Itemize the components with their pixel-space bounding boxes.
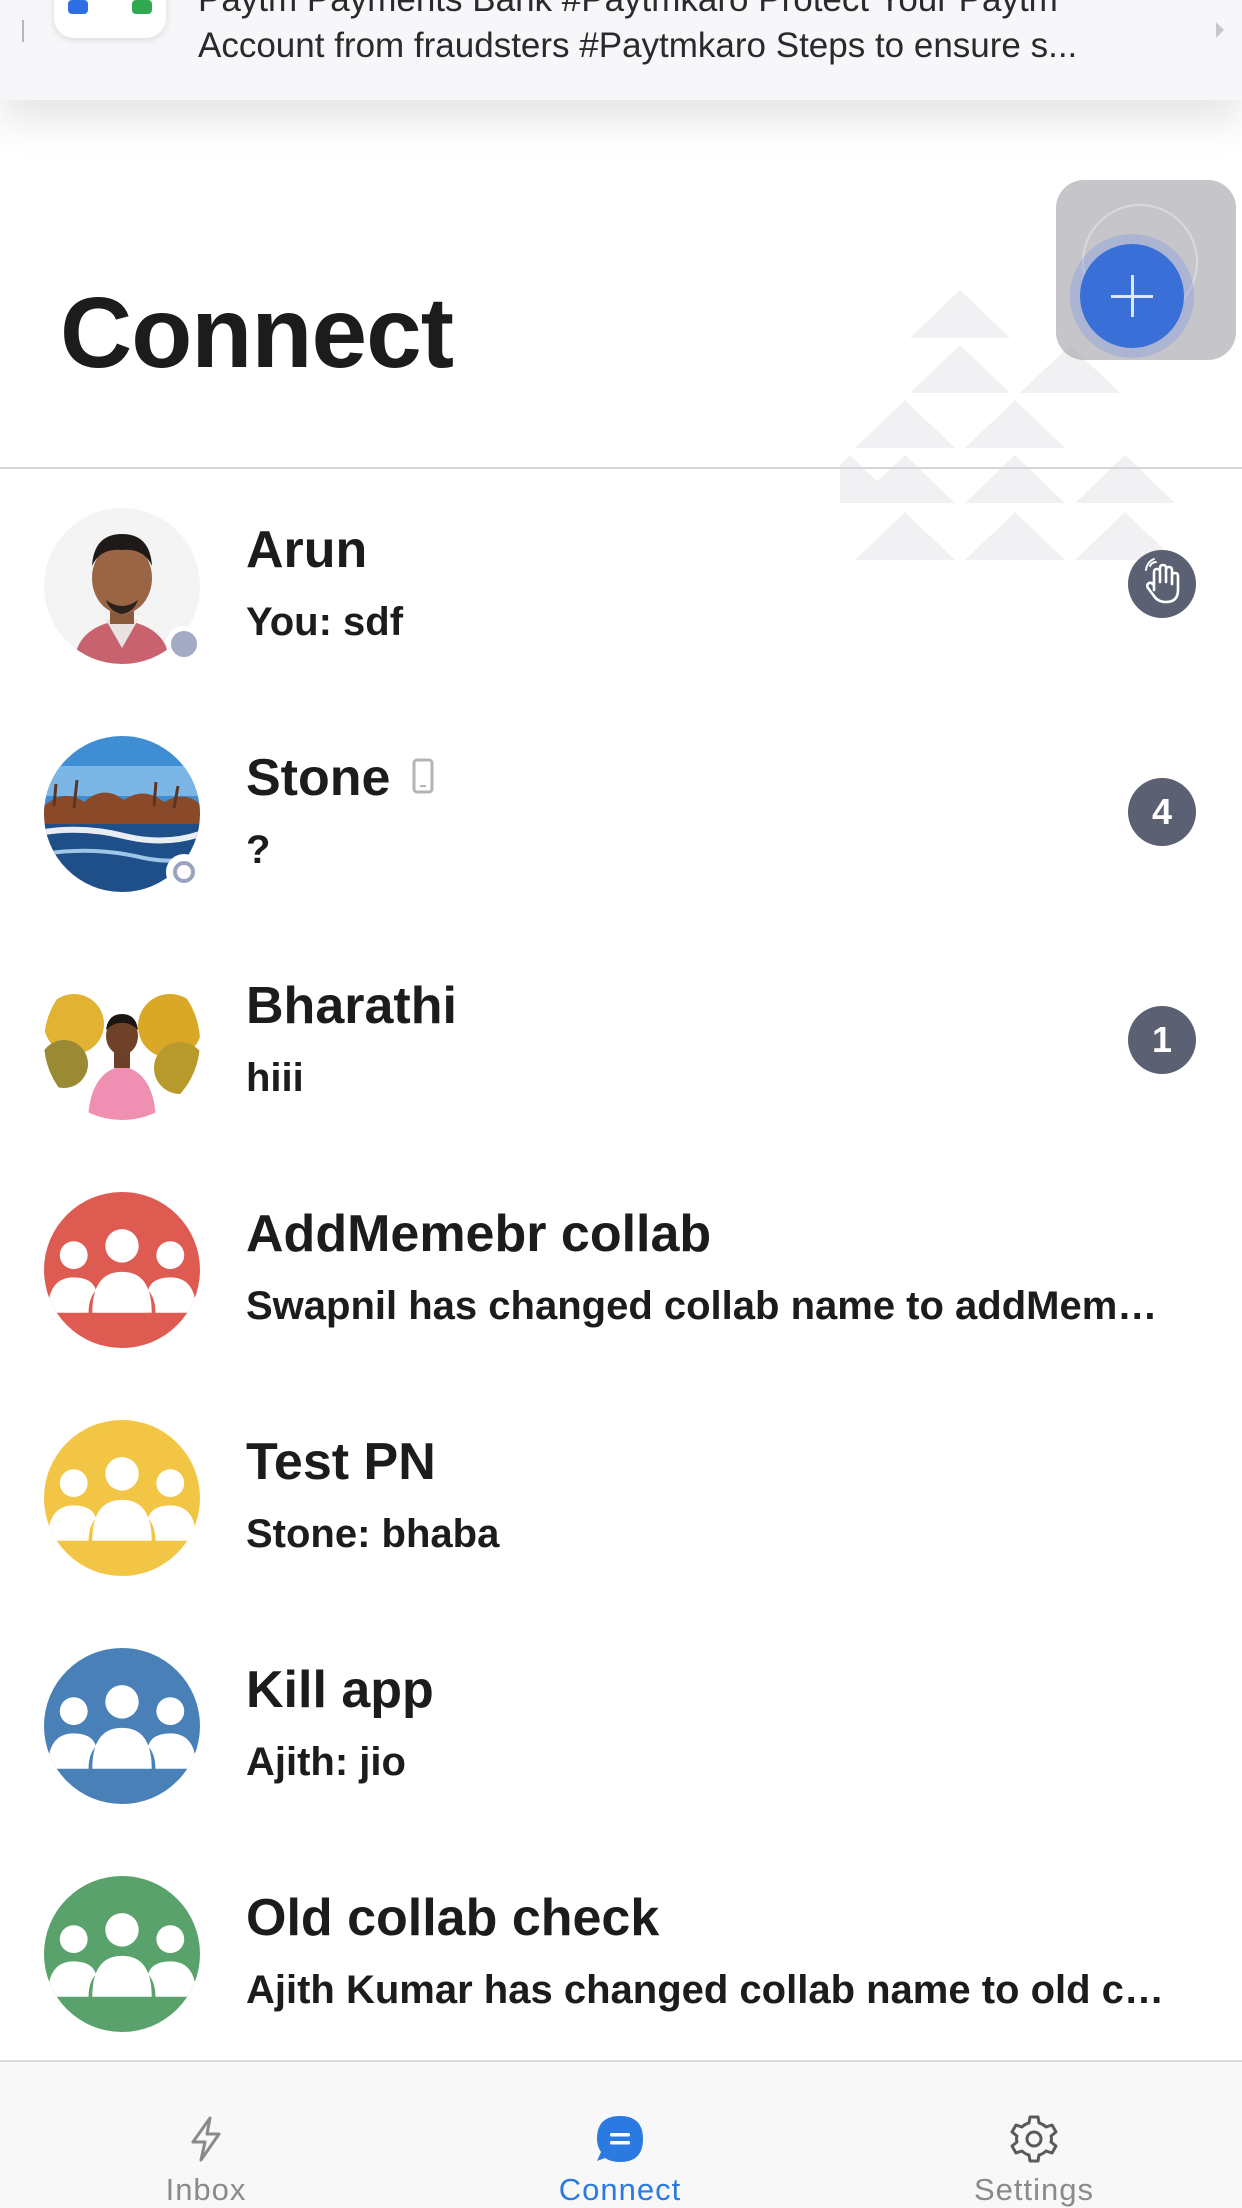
conversation-name: AddMemebr collab [246,1205,712,1263]
conversation-preview: You: sdf [246,600,404,644]
push-notification-banner[interactable]: Paytm Payments Bank #Paytmkaro Protect Y… [0,0,1242,100]
avatar [44,1876,200,2032]
conversation-name: Kill app [246,1661,434,1719]
wave-button[interactable] [1128,550,1196,618]
conversation-preview: hiii [246,1056,304,1100]
conversation-name: Arun [246,521,368,579]
avatar [44,1648,200,1804]
conversation-name: Test PN [246,1433,436,1491]
mobile-device-icon [412,747,434,807]
group-icon [47,1229,197,1313]
conversation-preview: Ajith: jio [246,1740,406,1784]
presence-away-indicator [166,626,202,662]
unread-count-badge: 4 [1128,778,1196,846]
paytm-app-icon [54,0,166,38]
tab-label: Inbox [165,2172,247,2207]
wave-icon [1145,558,1180,604]
tab-connect[interactable]: Connect [470,2062,770,2208]
conversation-name: Stone [246,749,391,807]
conversation-name: Bharathi [246,977,457,1035]
conversation-name-wrap: Stone [246,748,434,811]
conversation-row[interactable]: Test PN Stone: bhaba [0,1382,1242,1610]
conversation-row[interactable]: Arun You: sdf [0,470,1242,698]
new-conversation-button[interactable] [1056,180,1236,360]
conversation-row[interactable]: AddMemebr collab Swapnil has changed col… [0,1154,1242,1382]
tab-settings[interactable]: Settings [884,2062,1184,2208]
conversation-preview: Swapnil has changed collab name to addMe… [246,1284,1166,1328]
avatar [44,1420,200,1576]
tab-label: Connect [558,2172,682,2207]
group-icon [47,1685,197,1769]
avatar [44,964,200,1120]
conversation-name: Old collab check [246,1889,660,1947]
conversation-preview: Stone: bhaba [246,1512,500,1556]
group-icon [47,1457,197,1541]
unread-count-badge: 1 [1128,1006,1196,1074]
avatar [44,1192,200,1348]
tab-inbox[interactable]: Inbox [56,2062,356,2208]
lightning-icon [191,2116,221,2162]
conversation-row[interactable]: Stone ? 4 [0,698,1242,926]
connect-screen: Paytm Payments Bank #Paytmkaro Protect Y… [0,0,1242,2208]
gear-icon [1010,2115,1058,2163]
presence-offline-indicator [166,854,202,890]
notification-text-line1: Paytm Payments Bank #Paytmkaro Protect Y… [198,0,1188,22]
group-icon [47,1913,197,1997]
conversation-row[interactable]: Bharathi hiii 1 [0,926,1242,1154]
header-divider [0,467,1242,469]
conversation-preview: ? [246,828,271,872]
page-title: Connect [60,277,454,389]
notification-text-line2: Account from fraudsters #Paytmkaro Steps… [198,26,1078,65]
conversation-row[interactable]: Old collab check Ajith Kumar has changed… [0,1838,1242,2066]
conversation-preview: Ajith Kumar has changed collab name to o… [246,1968,1166,2012]
banner-chevron-icon [1216,22,1224,38]
plus-icon [1080,244,1184,348]
conversation-row[interactable]: Kill app Ajith: jio [0,1610,1242,1838]
conversation-list: Arun You: sdf Stone ? 4 Bharathi hiii 1 … [0,470,1242,2066]
chat-bubble-icon [597,2116,643,2162]
bottom-tab-bar: Inbox Connect Settings [0,2060,1242,2208]
banner-edge-mark [22,20,24,42]
tab-label: Settings [973,2172,1094,2207]
